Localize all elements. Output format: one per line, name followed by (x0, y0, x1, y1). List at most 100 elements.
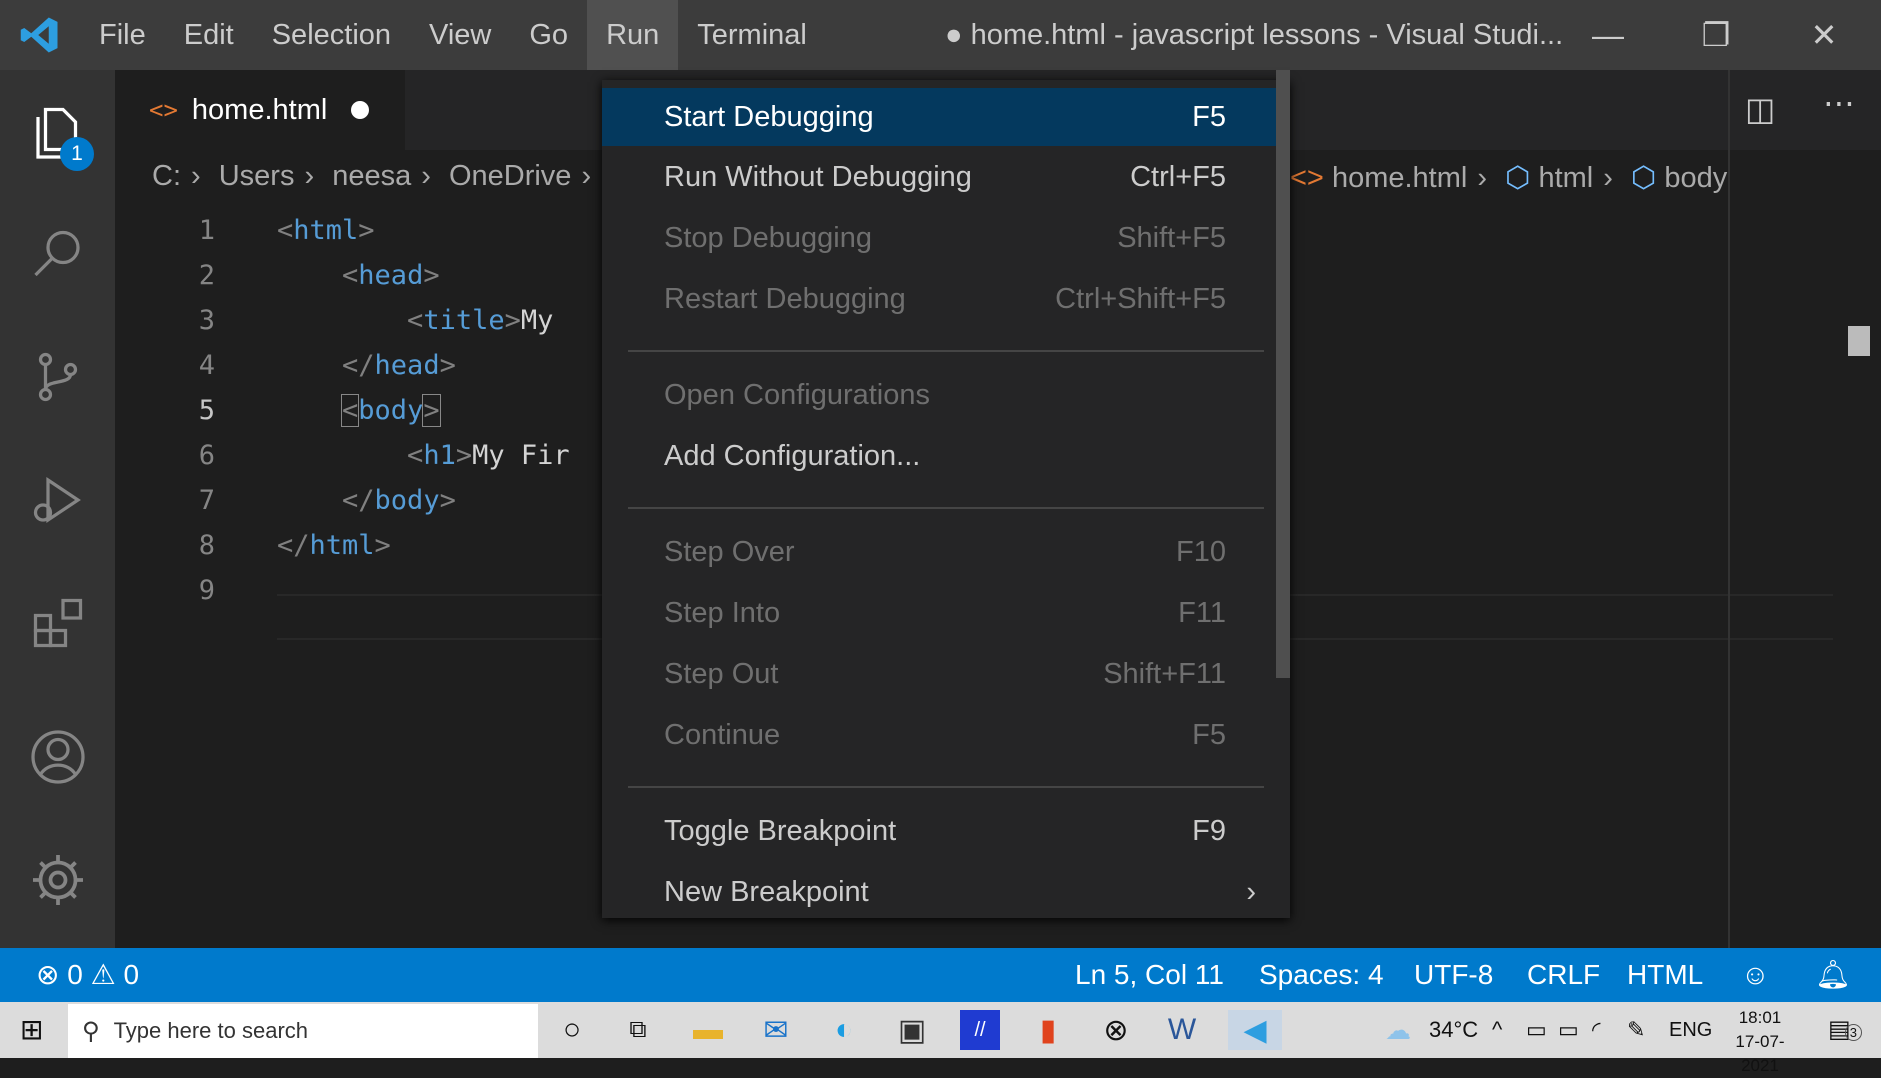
menu-view[interactable]: View (410, 0, 510, 70)
line-number: 2 (198, 260, 215, 291)
battery-icon[interactable]: ▭ (1558, 1002, 1579, 1058)
indentation[interactable]: Spaces: 4 (1259, 948, 1384, 1002)
store-icon[interactable]: ▣ (892, 1010, 932, 1050)
menu-item-new-breakpoint[interactable]: New Breakpoint › (602, 863, 1290, 921)
temperature[interactable]: 34°C (1429, 1002, 1478, 1058)
wifi-icon[interactable]: ◜ (1592, 1002, 1601, 1058)
xbox-icon[interactable]: ⊗ (1096, 1010, 1136, 1050)
menu-item-label: Step Out (664, 657, 779, 690)
submenu-chevron-icon: › (1246, 875, 1256, 908)
menu-file[interactable]: File (80, 0, 165, 70)
breadcrumb-item[interactable]: body (1664, 162, 1727, 194)
pen-icon[interactable]: ✎ (1627, 1002, 1645, 1058)
menu-item-label: Continue (664, 718, 781, 751)
menu-item-stop-debugging: Stop Debugging Shift+F5 (602, 209, 1290, 267)
breadcrumb-item[interactable]: Users (219, 160, 295, 192)
app-icon[interactable]: // (960, 1010, 1000, 1050)
explorer-icon[interactable]: 1 (0, 77, 115, 187)
menu-go[interactable]: Go (510, 0, 587, 70)
minimize-button[interactable]: — (1554, 0, 1662, 70)
task-view-icon[interactable]: ⧉ (618, 1010, 658, 1050)
close-button[interactable]: ✕ (1770, 0, 1878, 70)
line-number: 3 (198, 305, 215, 336)
menu-item-label: New Breakpoint (664, 875, 869, 908)
menu-scrollbar[interactable] (1276, 70, 1290, 678)
input-language[interactable]: ENG (1669, 1002, 1712, 1058)
mail-icon[interactable]: ✉ (756, 1010, 796, 1050)
menu-item-shortcut: F5 (1192, 100, 1226, 133)
menu-selection[interactable]: Selection (253, 0, 410, 70)
menu-item-label: Step Over (664, 535, 795, 568)
breadcrumb-item[interactable]: OneDrive (449, 160, 572, 192)
settings-gear-icon[interactable] (0, 825, 115, 935)
run-debug-icon[interactable] (0, 445, 115, 555)
action-center-icon[interactable]: ▤3 (1828, 1002, 1862, 1058)
office-icon[interactable]: ▮ (1028, 1010, 1068, 1050)
show-hidden-icons[interactable]: ^ (1492, 1002, 1502, 1058)
menu-item-shortcut: F9 (1192, 814, 1226, 847)
cursor-position[interactable]: Ln 5, Col 11 (1075, 948, 1224, 1002)
menu-item-step-over: Step Over F10 (602, 523, 1290, 581)
taskbar-search-box[interactable]: ⚲ Type here to search (68, 1004, 538, 1058)
encoding[interactable]: UTF-8 (1414, 948, 1493, 1002)
menu-item-run-without-debugging[interactable]: Run Without Debugging Ctrl+F5 (602, 148, 1290, 206)
menu-item-open-configurations: Open Configurations (602, 366, 1290, 424)
notifications-bell-icon[interactable]: 🔔︎ (1815, 948, 1851, 1002)
menu-item-label: Stop Debugging (664, 221, 872, 254)
line-number: 5 (198, 395, 215, 426)
windows-start-icon[interactable]: ⊞ (20, 1002, 43, 1058)
accounts-icon[interactable] (0, 702, 115, 812)
scrollbar-thumb[interactable] (1848, 326, 1870, 356)
more-actions-icon[interactable]: ⋯ (1823, 84, 1855, 122)
html-file-icon: <> (1290, 162, 1324, 194)
unsaved-dot-icon[interactable] (351, 101, 370, 119)
menu-item-toggle-breakpoint[interactable]: Toggle Breakpoint F9 (602, 802, 1290, 860)
menu-item-shortcut: Shift+F11 (1103, 657, 1226, 690)
menu-edit[interactable]: Edit (165, 0, 253, 70)
menu-item-label: Run Without Debugging (664, 160, 972, 193)
menu-item-step-into: Step Into F11 (602, 584, 1290, 642)
html-file-icon: <> (149, 96, 178, 124)
meet-now-icon[interactable]: ▭ (1526, 1002, 1547, 1058)
breadcrumb-item[interactable]: neesa (332, 160, 411, 192)
warning-icon: ⚠ (90, 959, 116, 990)
language-mode[interactable]: HTML (1627, 948, 1703, 1002)
vscode-taskbar-icon[interactable]: ◀ (1228, 1010, 1282, 1050)
breadcrumb-item[interactable]: C: (152, 160, 181, 192)
feedback-icon[interactable]: ☺ (1741, 948, 1770, 1002)
split-editor-icon[interactable]: ◫ (1745, 90, 1775, 128)
tab-home-html[interactable]: <> home.html (115, 70, 405, 150)
menu-terminal[interactable]: Terminal (678, 0, 826, 70)
file-explorer-icon[interactable]: ▬ (688, 1010, 728, 1050)
restore-button[interactable]: ❐ (1662, 0, 1770, 70)
menu-item-add-configuration[interactable]: Add Configuration... (602, 427, 1290, 485)
menu-item-label: Toggle Breakpoint (664, 814, 897, 847)
run-menu-dropdown: Start Debugging F5 Run Without Debugging Ct… (602, 80, 1290, 918)
line-number: 9 (198, 575, 215, 606)
line-ending[interactable]: CRLF (1527, 948, 1600, 1002)
menu-item-shortcut: F10 (1176, 535, 1226, 568)
notification-count: 3 (1844, 1024, 1862, 1041)
warning-count: 0 (123, 959, 140, 990)
code-line: </html> (277, 530, 391, 561)
activity-bar: 1 (0, 70, 115, 948)
search-icon[interactable] (0, 200, 115, 310)
menu-item-shortcut: Ctrl+F5 (1130, 160, 1226, 193)
source-control-icon[interactable] (0, 322, 115, 432)
code-line: </body> (342, 485, 456, 516)
menu-item-label: Open Configurations (664, 378, 930, 411)
code-line: </head> (342, 350, 456, 381)
clock[interactable]: 18:01 17-07-2021 (1720, 1006, 1800, 1078)
breadcrumb-item[interactable]: html (1538, 162, 1593, 194)
code-line: <html> (277, 215, 375, 246)
edge-icon[interactable]: ◐ (824, 1010, 864, 1050)
menu-run[interactable]: Run (587, 0, 679, 70)
extensions-icon[interactable] (0, 568, 115, 678)
word-icon[interactable]: W (1162, 1010, 1202, 1050)
menu-item-start-debugging[interactable]: Start Debugging F5 (602, 88, 1290, 146)
cortana-icon[interactable]: ○ (552, 1010, 592, 1050)
weather-cloud-icon[interactable]: ☁ (1385, 1002, 1411, 1058)
breadcrumb-item[interactable]: home.html (1332, 162, 1467, 194)
menu-item-shortcut: Ctrl+Shift+F5 (1055, 282, 1226, 315)
problems-indicator[interactable]: ⊗ 0 ⚠ 0 (36, 948, 139, 1002)
